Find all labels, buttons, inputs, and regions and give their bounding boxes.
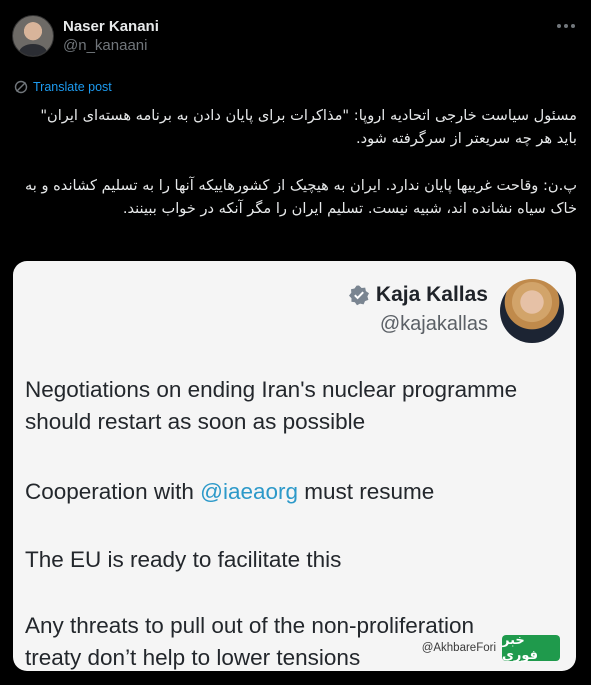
quoted-line: should restart as soon as possible bbox=[25, 409, 366, 434]
author-avatar[interactable] bbox=[12, 15, 54, 57]
post-text: مسئول سیاست خارجی اتحادیه اروپا: "مذاکرا… bbox=[17, 104, 577, 220]
watermark-logo: خبر فوری bbox=[502, 633, 560, 663]
quoted-line: Cooperation with @iaeaorg must resume bbox=[25, 477, 434, 507]
quoted-line: Negotiations on ending Iran's nuclear pr… bbox=[25, 377, 518, 402]
author-name[interactable]: Naser Kanani bbox=[63, 17, 159, 36]
quoted-avatar bbox=[500, 279, 564, 343]
translate-post-link[interactable]: Translate post bbox=[14, 80, 112, 94]
author-names: Naser Kanani @n_kanaani bbox=[63, 17, 159, 55]
quoted-text: Cooperation with bbox=[25, 479, 201, 504]
translate-icon bbox=[14, 80, 28, 94]
post-paragraph: مسئول سیاست خارجی اتحادیه اروپا: "مذاکرا… bbox=[40, 107, 577, 147]
quoted-name-row: Kaja Kallas bbox=[348, 283, 488, 307]
quoted-line: The EU is ready to facilitate this bbox=[25, 547, 342, 572]
quoted-handle: @kajakallas bbox=[379, 313, 488, 335]
quoted-line: Any threats to pull out of the non-proli… bbox=[25, 613, 475, 638]
translate-label[interactable]: Translate post bbox=[33, 80, 112, 94]
post-paragraph: پ.ن: وقاحت غربیها پایان ندارد. ایران به … bbox=[24, 177, 577, 217]
watermark: @AkhbareFori خبر فوری bbox=[421, 633, 560, 663]
quoted-name: Kaja Kallas bbox=[375, 283, 488, 306]
mention-link: @iaeaorg bbox=[200, 479, 299, 504]
verified-icon bbox=[348, 285, 369, 306]
post-image[interactable]: Kaja Kallas @kajakallas Negotiations on … bbox=[13, 261, 576, 671]
watermark-handle: @AkhbareFori bbox=[421, 642, 496, 654]
author-handle[interactable]: @n_kanaani bbox=[63, 36, 159, 55]
post-header: Naser Kanani @n_kanaani bbox=[12, 15, 159, 57]
more-icon[interactable] bbox=[557, 24, 575, 28]
quoted-text: must resume bbox=[298, 479, 435, 504]
quoted-line: treaty don’t help to lower tensions bbox=[25, 645, 361, 670]
